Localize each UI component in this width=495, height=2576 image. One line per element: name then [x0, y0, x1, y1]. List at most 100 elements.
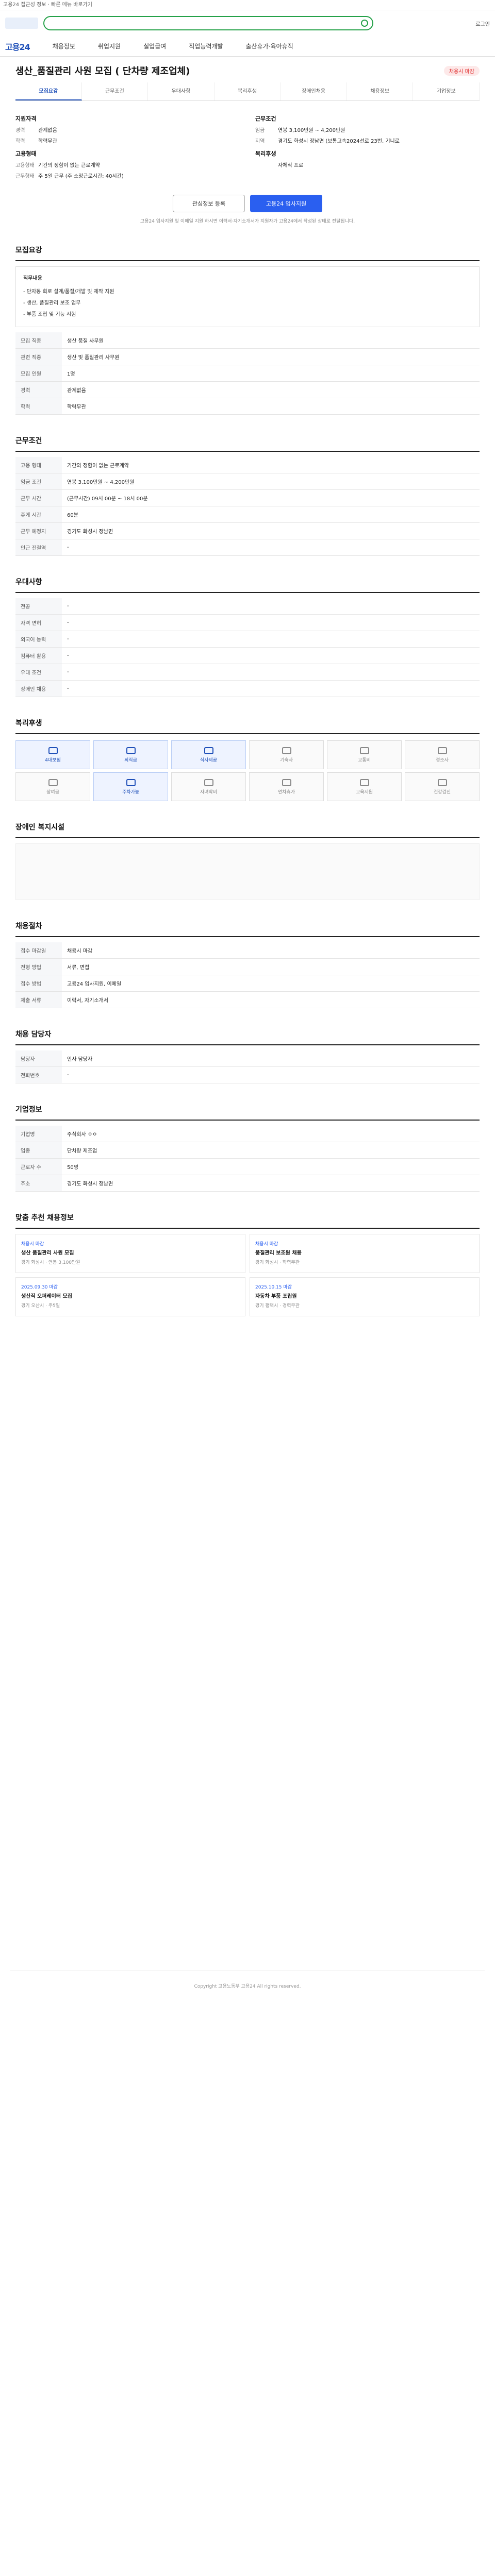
table-row: 우대 조건 -: [15, 664, 480, 681]
list-item[interactable]: 채용시 마감 생산 품질관리 사원 모집 경기 화성시 · 연봉 3,100만원: [15, 1234, 245, 1273]
row-value: -: [62, 614, 480, 631]
manager-table: 담당자 인사 담당자 전화번호 -: [15, 1050, 480, 1083]
nav-item-leave[interactable]: 출산휴가·육아휴직: [245, 42, 293, 50]
site-logo[interactable]: [5, 18, 38, 29]
table-row: 임금 조건 연봉 3,100만원 ~ 4,200만원: [15, 473, 480, 490]
row-value: 주식회사 ㅇㅇ: [62, 1126, 480, 1142]
nav-item-support[interactable]: 취업지원: [98, 42, 121, 50]
search-icon[interactable]: [361, 20, 368, 27]
table-row: 경력 관계없음: [15, 381, 480, 398]
row-value: 관계없음: [62, 381, 480, 398]
detail-tabs: 모집요강 근무조건 우대사항 복리후생 장애인채용 채용정보 기업정보: [15, 82, 480, 101]
row-key: 모집 직종: [15, 332, 62, 349]
top-notice[interactable]: 고용24 접근성 정보 · 빠른 메뉴 바로가기: [3, 2, 92, 8]
benefit-item: 교통비: [327, 740, 402, 769]
row-value: 고용24 입사지원, 이메일: [62, 975, 480, 992]
row-key: 업종: [15, 1142, 62, 1159]
row-key: 휴게 시간: [15, 506, 62, 523]
main-navigation: 고용24 채용정보 취업지원 실업급여 직업능력개발 출산휴가·육아휴직: [0, 36, 495, 57]
section-title: 맞춤 추천 채용정보: [15, 1212, 480, 1229]
tab-process[interactable]: 채용정보: [347, 82, 414, 100]
section-company: 기업정보 기업명 주식회사 ㅇㅇ 업종 단차량 제조업 근로자 수 50명 주소 경기도…: [15, 1104, 480, 1192]
table-row: 업종 단차량 제조업: [15, 1142, 480, 1159]
summary-key: 고용형태: [15, 163, 35, 168]
summary-key: 학력: [15, 139, 25, 144]
table-row: 컴퓨터 활용 -: [15, 647, 480, 664]
benefit-item: 건강검진: [405, 772, 480, 801]
summary-heading: 근무조건: [255, 115, 276, 122]
summary-key: 경력: [15, 128, 25, 133]
row-value: (근무시간) 09시 00분 ~ 18시 00분: [62, 489, 480, 506]
table-row: 접수 마감일 채용시 마감: [15, 942, 480, 959]
summary-value: 관계없음: [38, 128, 57, 133]
tab-recruit[interactable]: 모집요강: [15, 82, 82, 100]
summary-heading: 복리후생: [255, 150, 276, 157]
benefit-label: 교통비: [358, 757, 371, 763]
apply-note: 고용24 입사지원 및 이메일 지원 하시면 이력서·자기소개서가 지원자가 고…: [140, 219, 355, 224]
table-row: 주소 경기도 화성시 정남면: [15, 1175, 480, 1192]
condition-table: 고용 형태 기간의 정함이 없는 근로계약 임금 조건 연봉 3,100만원 ~ 4…: [15, 457, 480, 556]
benefit-item: 식사제공: [171, 740, 246, 769]
summary-value: 연봉 3,100만원 ~ 4,200만원: [278, 128, 345, 133]
row-key: 우대 조건: [15, 664, 62, 681]
search-box: [43, 16, 373, 30]
brand-logo[interactable]: 고용24: [5, 40, 30, 53]
section-process: 채용절차 접수 마감일 채용시 마감 전형 방법 서류, 면접 접수 방법 고용24 …: [15, 921, 480, 1008]
section-title: 채용절차: [15, 921, 480, 937]
row-key: 학력: [15, 398, 62, 415]
card-badge: 2025.10.15 마감: [255, 1285, 292, 1290]
job-title: 생산_품질관리 사원 모집 ( 단차량 제조업체) 채용시 마감: [15, 64, 480, 77]
tab-prefer[interactable]: 우대사항: [148, 82, 214, 100]
card-title: 자동차 부품 조립원: [255, 1294, 297, 1299]
section-manager: 채용 담당자 담당자 인사 담당자 전화번호 -: [15, 1029, 480, 1083]
section-title: 복리후생: [15, 718, 480, 734]
tab-company[interactable]: 기업정보: [413, 82, 480, 100]
row-value: 연봉 3,100만원 ~ 4,200만원: [62, 473, 480, 490]
section-title: 우대사항: [15, 577, 480, 593]
table-row: 모집 직종 생산 품질 사무원: [15, 332, 480, 349]
scrap-button[interactable]: 관심정보 등록: [173, 195, 245, 212]
benefit-label: 자녀학비: [200, 789, 218, 795]
row-value: 인사 담당자: [62, 1050, 480, 1067]
tab-benefit[interactable]: 복리후생: [214, 82, 281, 100]
list-item[interactable]: 채용시 마감 품질관리 보조원 채용 경기 화성시 · 학력무관: [250, 1234, 480, 1273]
section-benefit: 복리후생 4대보험 퇴직금 식사제공 기숙사 교통비 경조사 상여금 주차가능 …: [15, 718, 480, 801]
section-recruit: 모집요강 직무내용 - 단자동 회로 설계/품질/개발 및 제작 지원 - 생산…: [15, 245, 480, 415]
summary-left: 지원자격 경력 관계없음 학력 학력무관 고용형태 고용형태 기간의 정함이 없는 근…: [15, 109, 240, 182]
recruit-table: 모집 직종 생산 품질 사무원 관련 직종 생산 및 품질관리 사무원 모집 인원 1…: [15, 332, 480, 415]
section-title: 채용 담당자: [15, 1029, 480, 1045]
nav-item-benefit[interactable]: 실업급여: [143, 42, 166, 50]
card-badge: 채용시 마감: [21, 1242, 44, 1247]
card-badge: 채용시 마감: [255, 1242, 278, 1247]
table-row: 전화번호 -: [15, 1066, 480, 1083]
row-value: -: [62, 539, 480, 556]
login-link[interactable]: 로그인: [475, 20, 490, 27]
table-row: 제출 서류 이력서, 자기소개서: [15, 991, 480, 1008]
tab-condition[interactable]: 근무조건: [82, 82, 148, 100]
section-title: 근무조건: [15, 435, 480, 452]
row-value: 단차량 제조업: [62, 1142, 480, 1159]
table-row: 학력 학력무관: [15, 398, 480, 415]
summary-value: 기간의 정함이 없는 근로계약: [38, 163, 100, 168]
table-row: 기업명 주식회사 ㅇㅇ: [15, 1126, 480, 1142]
list-item[interactable]: 2025.10.15 마감 자동차 부품 조립원 경기 평택시 · 경력무관: [250, 1277, 480, 1316]
row-value: 경기도 화성시 정남면: [62, 1175, 480, 1192]
tab-disability[interactable]: 장애인채용: [280, 82, 347, 100]
row-value: 학력무관: [62, 398, 480, 415]
section-prefer: 우대사항 전공 - 자격 면허 - 외국어 능력 - 컴퓨터 활용 - 우대 조건 - 장…: [15, 577, 480, 697]
benefit-label: 퇴직금: [124, 757, 137, 763]
benefit-icon: [204, 747, 213, 754]
card-desc: 경기 평택시 · 경력무관: [255, 1303, 300, 1309]
row-key: 근무 시간: [15, 489, 62, 506]
row-value: -: [62, 598, 480, 615]
row-value: 경기도 화성시 정남면: [62, 522, 480, 539]
nav-item-jobs[interactable]: 채용정보: [53, 42, 75, 50]
summary-value: 경기도 화성시 정남면 (보통고속2024선로 23번, 기니로: [278, 139, 400, 144]
benefit-grid: 4대보험 퇴직금 식사제공 기숙사 교통비 경조사 상여금 주차가능 자녀학비 …: [15, 740, 480, 801]
row-key: 근무 예정지: [15, 522, 62, 539]
search-input[interactable]: [48, 20, 358, 27]
apply-button[interactable]: 고용24 입사지원: [250, 195, 322, 212]
row-key: 담당자: [15, 1050, 62, 1067]
list-item[interactable]: 2025.09.30 마감 생산직 오퍼레이터 모집 경기 오산시 · 주5일: [15, 1277, 245, 1316]
nav-item-training[interactable]: 직업능력개발: [189, 42, 223, 50]
